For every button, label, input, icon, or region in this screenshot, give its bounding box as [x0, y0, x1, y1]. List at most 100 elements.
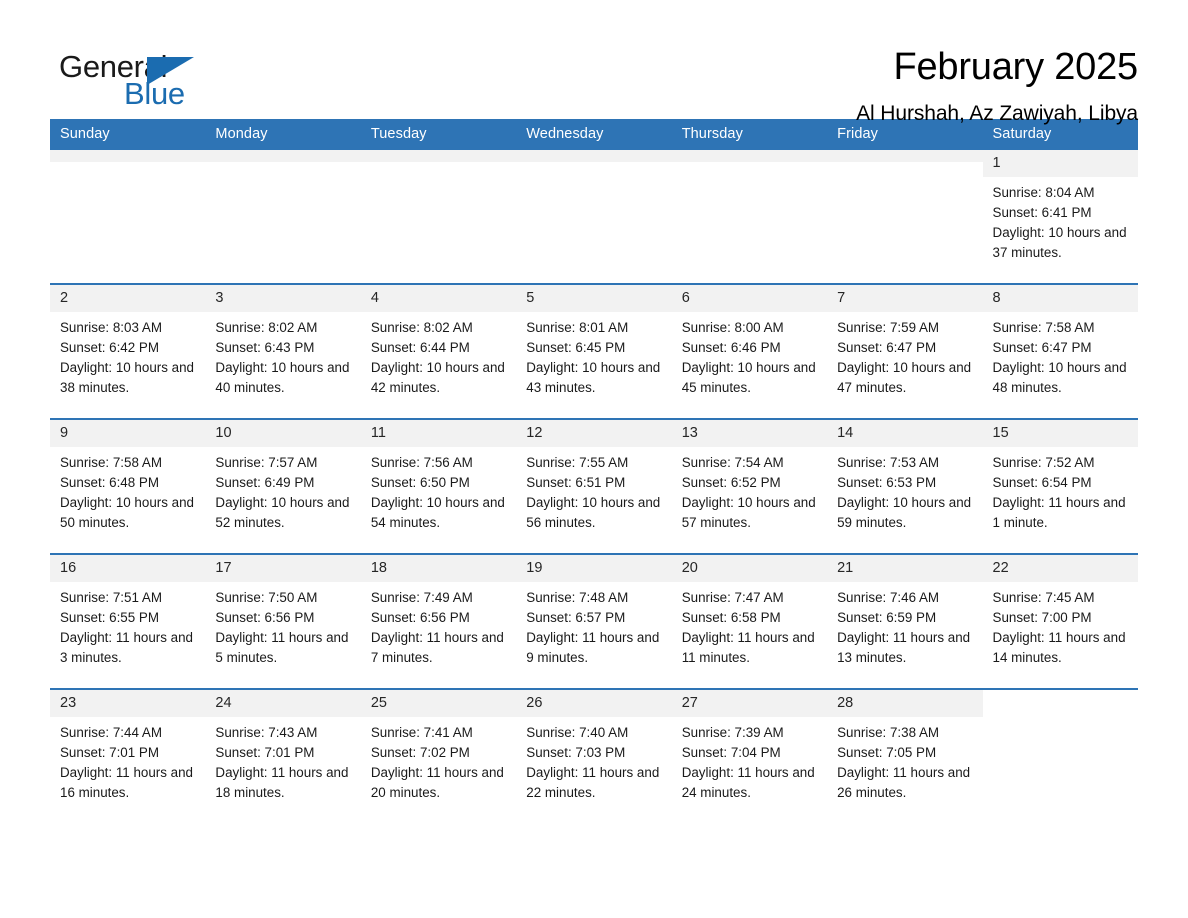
calendar-day-cell[interactable]: 17 Sunrise: 7:50 AM Sunset: 6:56 PM Dayligh…	[205, 553, 361, 689]
sunrise-text: Sunrise: 8:02 AM	[215, 319, 318, 335]
calendar-day-cell[interactable]: 2 Sunrise: 8:03 AM Sunset: 6:42 PM Daylight…	[50, 283, 206, 419]
day-cell-body	[516, 150, 672, 283]
sunset-text: Sunset: 7:04 PM	[681, 744, 781, 760]
day-cell-body: 27 Sunrise: 7:39 AM Sunset: 7:04 PM Dayligh…	[671, 690, 828, 823]
calendar-day-cell[interactable]: 25 Sunrise: 7:41 AM Sunset: 7:02 PM Dayligh…	[360, 688, 517, 823]
calendar-day-cell[interactable]: 27 Sunrise: 7:39 AM Sunset: 7:04 PM Dayligh…	[671, 688, 828, 823]
calendar-day-cell[interactable]: 24 Sunrise: 7:43 AM Sunset: 7:01 PM Dayligh…	[205, 688, 361, 823]
calendar-day-cell[interactable]: 26 Sunrise: 7:40 AM Sunset: 7:03 PM Dayligh…	[516, 688, 672, 823]
sunset-text: Sunset: 6:54 PM	[992, 474, 1092, 490]
daylight-text: Daylight: 11 hours and 5 minutes.	[215, 629, 349, 665]
daylight-text: Daylight: 10 hours and 45 minutes.	[681, 359, 816, 395]
calendar-day-cell[interactable]: 18 Sunrise: 7:49 AM Sunset: 6:56 PM Dayligh…	[360, 553, 517, 689]
weekday-header-wednesday: Wednesday	[516, 119, 672, 150]
daylight-text: Daylight: 11 hours and 22 minutes.	[526, 764, 660, 800]
day-info: Sunrise: 7:43 AM Sunset: 7:01 PM Daylight:…	[205, 717, 360, 803]
sunrise-text: Sunrise: 7:58 AM	[60, 454, 162, 470]
day-cell-body	[50, 150, 206, 283]
calendar-day-cell[interactable]: 5 Sunrise: 8:01 AM Sunset: 6:45 PM Daylight…	[516, 283, 672, 419]
calendar-day-cell[interactable]: 3 Sunrise: 8:02 AM Sunset: 6:43 PM Daylight…	[205, 283, 361, 419]
day-number: 1	[982, 150, 1138, 177]
day-number: 6	[671, 285, 828, 312]
sunset-text: Sunset: 7:01 PM	[60, 744, 159, 760]
calendar-day-cell[interactable]: 1 Sunrise: 8:04 AM Sunset: 6:41 PM Daylight…	[982, 150, 1138, 284]
sunset-text: Sunset: 6:59 PM	[837, 609, 937, 625]
sunrise-text: Sunrise: 7:56 AM	[370, 454, 473, 470]
calendar-day-cell[interactable]: 19 Sunrise: 7:48 AM Sunset: 6:57 PM Dayligh…	[516, 553, 672, 689]
general-blue-logo: General Blue	[50, 46, 240, 116]
calendar-day-cell[interactable]: 20 Sunrise: 7:47 AM Sunset: 6:58 PM Dayligh…	[671, 553, 828, 689]
calendar-day-cell[interactable]: 9 Sunrise: 7:58 AM Sunset: 6:48 PM Daylight…	[50, 418, 206, 554]
sunrise-sunset-calendar: Sunday Monday Tuesday Wednesday Thursday…	[50, 119, 1138, 823]
calendar-day-cell[interactable]: 22 Sunrise: 7:45 AM Sunset: 7:00 PM Dayligh…	[982, 553, 1138, 689]
day-cell-body: 2 Sunrise: 8:03 AM Sunset: 6:42 PM Daylight…	[50, 285, 206, 418]
day-number	[671, 150, 828, 162]
day-number: 11	[360, 420, 517, 447]
calendar-day-cell	[516, 150, 672, 284]
day-number: 12	[516, 420, 672, 447]
sunrise-text: Sunrise: 7:45 AM	[992, 589, 1095, 605]
calendar-day-cell[interactable]: 7 Sunrise: 7:59 AM Sunset: 6:47 PM Daylight…	[827, 283, 983, 419]
sunset-text: Sunset: 6:55 PM	[60, 609, 159, 625]
page-header: General Blue February 2025 Al Hurshah, A…	[50, 0, 1138, 125]
day-cell-body: 7 Sunrise: 7:59 AM Sunset: 6:47 PM Daylight…	[827, 285, 983, 418]
day-number: 16	[50, 555, 206, 582]
day-info: Sunrise: 8:00 AM Sunset: 6:46 PM Daylight:…	[672, 312, 827, 398]
daylight-text: Daylight: 11 hours and 1 minute.	[992, 494, 1126, 530]
calendar-day-cell[interactable]: 8 Sunrise: 7:58 AM Sunset: 6:47 PM Daylight…	[982, 283, 1138, 419]
calendar-day-cell[interactable]: 12 Sunrise: 7:55 AM Sunset: 6:51 PM Dayligh…	[516, 418, 672, 554]
sunrise-text: Sunrise: 8:00 AM	[681, 319, 784, 335]
day-number	[205, 150, 361, 162]
sunset-text: Sunset: 6:56 PM	[370, 609, 470, 625]
calendar-day-cell[interactable]: 4 Sunrise: 8:02 AM Sunset: 6:44 PM Daylight…	[360, 283, 517, 419]
title-block: February 2025 Al Hurshah, Az Zawiyah, Li…	[856, 46, 1138, 126]
calendar-day-cell[interactable]: 14 Sunrise: 7:53 AM Sunset: 6:53 PM Dayligh…	[827, 418, 983, 554]
day-info: Sunrise: 7:45 AM Sunset: 7:00 PM Daylight:…	[983, 582, 1138, 668]
calendar-week-row: 16 Sunrise: 7:51 AM Sunset: 6:55 PM Dayligh…	[50, 553, 1138, 689]
sunset-text: Sunset: 6:41 PM	[992, 204, 1092, 220]
day-info: Sunrise: 7:41 AM Sunset: 7:02 PM Daylight:…	[361, 717, 516, 803]
calendar-day-cell[interactable]: 16 Sunrise: 7:51 AM Sunset: 6:55 PM Dayligh…	[50, 553, 206, 689]
sunset-text: Sunset: 6:47 PM	[992, 339, 1092, 355]
day-number	[827, 150, 983, 162]
calendar-day-cell[interactable]: 10 Sunrise: 7:57 AM Sunset: 6:49 PM Dayligh…	[205, 418, 361, 554]
sunset-text: Sunset: 7:05 PM	[837, 744, 937, 760]
day-number: 8	[982, 285, 1138, 312]
day-info: Sunrise: 7:56 AM Sunset: 6:50 PM Daylight:…	[361, 447, 516, 533]
day-number: 5	[516, 285, 672, 312]
daylight-text: Daylight: 11 hours and 11 minutes.	[681, 629, 815, 665]
day-number: 13	[671, 420, 828, 447]
daylight-text: Daylight: 10 hours and 38 minutes.	[60, 359, 194, 395]
sunset-text: Sunset: 6:56 PM	[215, 609, 315, 625]
day-info: Sunrise: 7:59 AM Sunset: 6:47 PM Daylight:…	[827, 312, 982, 398]
sunset-text: Sunset: 6:51 PM	[526, 474, 626, 490]
calendar-day-cell[interactable]: 13 Sunrise: 7:54 AM Sunset: 6:52 PM Dayligh…	[671, 418, 828, 554]
daylight-text: Daylight: 10 hours and 54 minutes.	[370, 494, 505, 530]
day-cell-body: 6 Sunrise: 8:00 AM Sunset: 6:46 PM Daylight…	[671, 285, 828, 418]
calendar-day-cell[interactable]: 21 Sunrise: 7:46 AM Sunset: 6:59 PM Dayligh…	[827, 553, 983, 689]
calendar-day-cell[interactable]: 28 Sunrise: 7:38 AM Sunset: 7:05 PM Dayligh…	[827, 688, 983, 823]
page-title: February 2025	[893, 46, 1138, 88]
calendar-page: General Blue February 2025 Al Hurshah, A…	[0, 0, 1188, 918]
calendar-day-cell[interactable]: 6 Sunrise: 8:00 AM Sunset: 6:46 PM Daylight…	[671, 283, 828, 419]
sunrise-text: Sunrise: 7:51 AM	[60, 589, 162, 605]
day-info: Sunrise: 8:02 AM Sunset: 6:44 PM Daylight:…	[361, 312, 516, 398]
day-info: Sunrise: 7:48 AM Sunset: 6:57 PM Daylight:…	[516, 582, 671, 668]
day-number: 24	[205, 690, 361, 717]
day-info: Sunrise: 7:39 AM Sunset: 7:04 PM Daylight:…	[672, 717, 827, 803]
sunset-text: Sunset: 7:00 PM	[992, 609, 1092, 625]
calendar-day-cell[interactable]: 11 Sunrise: 7:56 AM Sunset: 6:50 PM Dayligh…	[360, 418, 517, 554]
calendar-day-cell[interactable]: 15 Sunrise: 7:52 AM Sunset: 6:54 PM Dayligh…	[982, 418, 1138, 554]
day-info: Sunrise: 7:38 AM Sunset: 7:05 PM Daylight:…	[827, 717, 982, 803]
daylight-text: Daylight: 10 hours and 42 minutes.	[370, 359, 505, 395]
day-info: Sunrise: 8:04 AM Sunset: 6:41 PM Daylight:…	[983, 177, 1138, 263]
sunset-text: Sunset: 7:02 PM	[370, 744, 470, 760]
sunset-text: Sunset: 6:58 PM	[681, 609, 781, 625]
weekday-header-monday: Monday	[205, 119, 361, 150]
day-cell-body: 25 Sunrise: 7:41 AM Sunset: 7:02 PM Dayligh…	[360, 690, 517, 823]
daylight-text: Daylight: 10 hours and 50 minutes.	[60, 494, 194, 530]
day-cell-body: 22 Sunrise: 7:45 AM Sunset: 7:00 PM Dayligh…	[982, 555, 1138, 688]
day-cell-body: 16 Sunrise: 7:51 AM Sunset: 6:55 PM Dayligh…	[50, 555, 206, 688]
calendar-day-cell[interactable]: 23 Sunrise: 7:44 AM Sunset: 7:01 PM Dayligh…	[50, 688, 206, 823]
sunrise-text: Sunrise: 8:01 AM	[526, 319, 629, 335]
